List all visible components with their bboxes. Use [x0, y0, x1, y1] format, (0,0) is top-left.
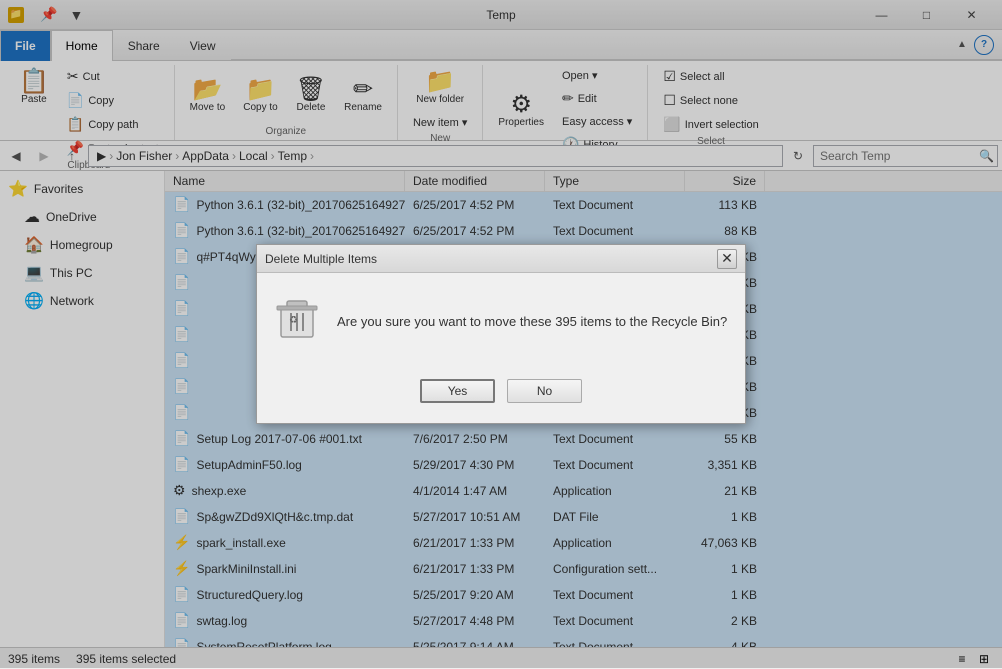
dialog-body: ♻ Are you sure you want to move these 39…	[257, 273, 745, 371]
dialog-message: Are you sure you want to move these 395 …	[337, 313, 727, 331]
dialog-titlebar: Delete Multiple Items ✕	[257, 245, 745, 273]
delete-dialog: Delete Multiple Items ✕ ♻ Are you sure y…	[256, 244, 746, 424]
recycle-bin-icon: ♻	[273, 293, 321, 351]
dialog-buttons: Yes No	[257, 371, 745, 423]
dialog-overlay: Delete Multiple Items ✕ ♻ Are you sure y…	[0, 0, 1002, 668]
svg-text:♻: ♻	[289, 315, 298, 326]
dialog-no-button[interactable]: No	[507, 379, 582, 403]
dialog-yes-button[interactable]: Yes	[420, 379, 495, 403]
dialog-close-button[interactable]: ✕	[717, 249, 737, 269]
dialog-title: Delete Multiple Items	[265, 252, 377, 266]
